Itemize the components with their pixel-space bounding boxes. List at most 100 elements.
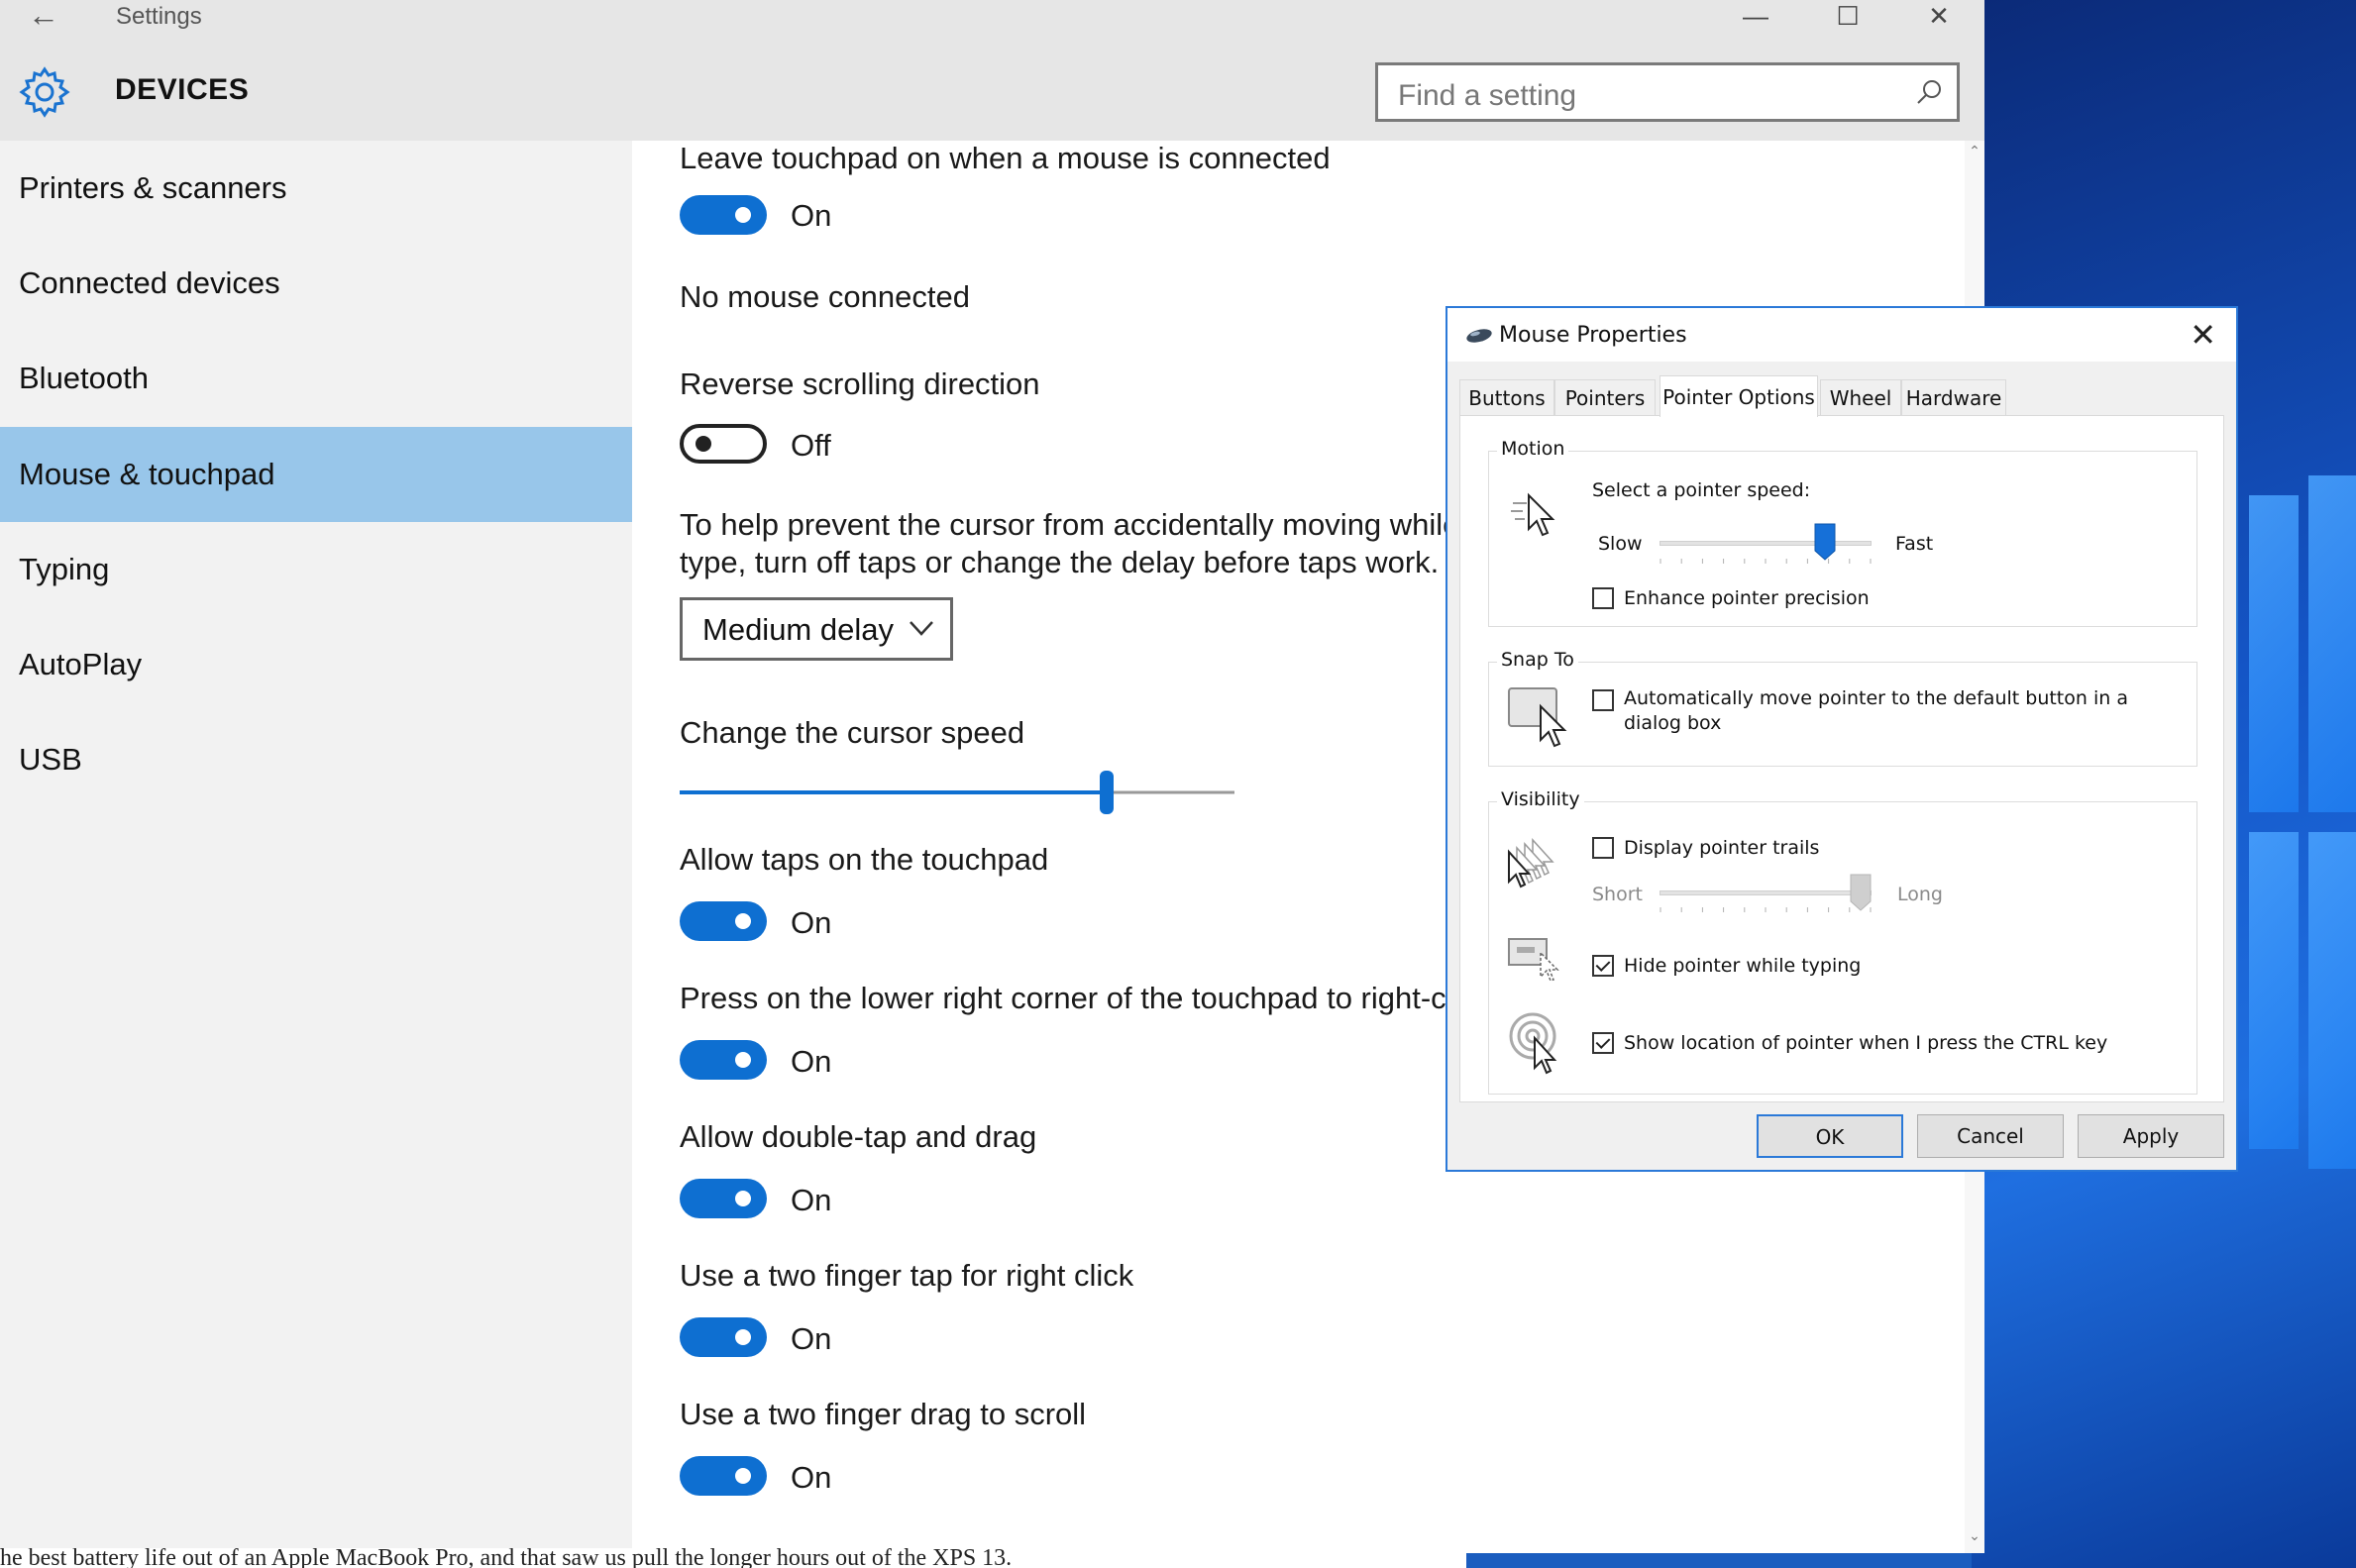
two-finger-drag-label: Use a two finger drag to scroll: [680, 1397, 1087, 1431]
background-article-text: he best battery life out of an Apple Mac…: [0, 1548, 1466, 1568]
leave-touchpad-toggle[interactable]: [680, 195, 767, 235]
two-finger-tap-toggle[interactable]: [680, 1317, 767, 1357]
two-finger-drag-toggle[interactable]: [680, 1456, 767, 1496]
sidebar-item-printers[interactable]: Printers & scanners: [0, 141, 632, 236]
gear-icon: [19, 66, 70, 118]
sidebar-item-autoplay[interactable]: AutoPlay: [0, 617, 632, 712]
scroll-up-icon[interactable]: ⌃: [1967, 143, 1982, 159]
double-tap-toggle[interactable]: [680, 1179, 767, 1218]
leave-touchpad-label: Leave touchpad on when a mouse is connec…: [680, 141, 1331, 175]
press-corner-label: Press on the lower right corner of the t…: [680, 981, 1460, 1015]
sidebar-item-mouse-touchpad[interactable]: Mouse & touchpad: [0, 427, 632, 522]
tab-hardware[interactable]: Hardware: [1901, 379, 2006, 415]
pointer-speed-label: Select a pointer speed:: [1592, 479, 1811, 501]
tab-buttons[interactable]: Buttons: [1459, 379, 1554, 415]
pointer-speed-thumb[interactable]: [1814, 523, 1836, 561]
sidebar-item-bluetooth[interactable]: Bluetooth: [0, 331, 632, 426]
press-corner-toggle[interactable]: [680, 1040, 767, 1080]
reverse-scroll-toggle[interactable]: [680, 424, 767, 464]
close-icon[interactable]: ✕: [1904, 0, 1974, 34]
close-icon[interactable]: ✕: [2190, 316, 2216, 354]
tab-pointer-options[interactable]: Pointer Options: [1660, 375, 1818, 417]
snap-to-group-label: Snap To: [1497, 649, 1578, 671]
pointer-speed-icon: [1511, 492, 1555, 537]
motion-group-label: Motion: [1497, 438, 1569, 460]
ctrl-location-label: Show location of pointer when I press th…: [1624, 1032, 2108, 1054]
help-text-line1: To help prevent the cursor from accident…: [680, 507, 1460, 542]
ok-button[interactable]: OK: [1757, 1114, 1903, 1158]
help-text-line2: type, turn off taps or change the delay …: [680, 545, 1440, 579]
hide-pointer-icon: [1508, 938, 1559, 982]
trails-length-track[interactable]: [1660, 890, 1872, 895]
snap-to-label-line2: dialog box: [1624, 712, 1722, 734]
trails-length-thumb[interactable]: [1850, 874, 1872, 911]
fast-label: Fast: [1895, 533, 1934, 555]
windows-logo-pane: [2308, 475, 2356, 812]
windows-logo-pane: [2249, 495, 2299, 812]
hide-pointer-checkbox[interactable]: [1592, 955, 1614, 977]
tab-pointers[interactable]: Pointers: [1554, 379, 1656, 415]
search-box[interactable]: Find a setting: [1375, 62, 1960, 122]
reverse-scroll-label: Reverse scrolling direction: [680, 366, 1040, 401]
apply-button[interactable]: Apply: [2078, 1114, 2224, 1158]
no-mouse-text: No mouse connected: [680, 279, 970, 314]
tab-wheel-label[interactable]: Wheel: [1820, 379, 1901, 415]
allow-taps-toggle[interactable]: [680, 901, 767, 941]
toggle-state-label: On: [791, 905, 832, 940]
pointer-speed-ticks: [1660, 559, 1872, 564]
pointer-trails-checkbox[interactable]: [1592, 837, 1614, 859]
visibility-group-label: Visibility: [1497, 788, 1584, 810]
search-input[interactable]: Find a setting: [1398, 79, 1576, 113]
toggle-state-label: On: [791, 1044, 832, 1079]
snap-to-checkbox[interactable]: [1592, 689, 1614, 711]
minimize-icon[interactable]: —: [1721, 0, 1790, 34]
page-title: DEVICES: [115, 73, 250, 106]
toggle-state-label: On: [791, 1183, 832, 1217]
windows-logo-pane: [2308, 832, 2356, 1169]
cursor-speed-thumb[interactable]: [1100, 771, 1114, 814]
sidebar-item-usb[interactable]: USB: [0, 712, 632, 807]
hide-pointer-label: Hide pointer while typing: [1624, 955, 1862, 977]
toggle-state-label: On: [791, 1321, 832, 1356]
toggle-state-label: Off: [791, 428, 831, 463]
snap-to-icon: [1508, 687, 1567, 748]
snap-to-label-line1: Automatically move pointer to the defaul…: [1624, 687, 2128, 709]
toggle-state-label: On: [791, 198, 832, 233]
maximize-icon[interactable]: ☐: [1813, 0, 1882, 34]
window-title: Settings: [116, 3, 202, 30]
back-arrow-icon[interactable]: ←: [28, 0, 59, 31]
snap-to-group: Snap To Automatically move pointer to th…: [1488, 649, 2197, 767]
tap-delay-dropdown[interactable]: Medium delay: [680, 597, 953, 661]
sidebar-item-connected-devices[interactable]: Connected devices: [0, 236, 632, 331]
chevron-down-icon: [910, 621, 933, 636]
long-label: Long: [1897, 884, 1943, 905]
dialog-title-bar: Mouse Properties ✕: [1447, 308, 2236, 362]
enhance-precision-checkbox[interactable]: [1592, 587, 1614, 609]
sidebar: Printers & scanners Connected devices Bl…: [0, 141, 632, 1553]
enhance-precision-label: Enhance pointer precision: [1624, 587, 1870, 609]
search-icon[interactable]: [1915, 78, 1943, 106]
mouse-properties-dialog: Mouse Properties ✕ Buttons Pointers Moti…: [1446, 306, 2238, 1172]
cancel-button[interactable]: Cancel: [1917, 1114, 2064, 1158]
ctrl-location-checkbox[interactable]: [1592, 1032, 1614, 1054]
scroll-down-icon[interactable]: ⌄: [1967, 1527, 1982, 1544]
allow-taps-label: Allow taps on the touchpad: [680, 842, 1049, 877]
motion-group: Motion Select a pointer speed: Slow Fast…: [1488, 438, 2197, 627]
windows-logo-pane: [2249, 832, 2299, 1149]
slow-label: Slow: [1598, 533, 1643, 555]
sidebar-item-typing[interactable]: Typing: [0, 522, 632, 617]
cursor-speed-slider[interactable]: [680, 763, 1234, 822]
ctrl-location-icon: [1509, 1012, 1557, 1075]
pointer-speed-track[interactable]: [1660, 541, 1872, 546]
toggle-state-label: On: [791, 1460, 832, 1495]
cursor-speed-label: Change the cursor speed: [680, 715, 1025, 750]
tap-delay-value: Medium delay: [702, 612, 894, 647]
title-bar: ← Settings — ☐ ✕ DEVICES Find a setting: [0, 0, 1984, 141]
mouse-icon: [1466, 329, 1492, 343]
trails-length-ticks: [1660, 907, 1872, 912]
dialog-title: Mouse Properties: [1499, 323, 1687, 348]
short-label: Short: [1592, 884, 1643, 905]
two-finger-tap-label: Use a two finger tap for right click: [680, 1258, 1134, 1293]
double-tap-label: Allow double-tap and drag: [680, 1119, 1037, 1154]
pointer-trails-icon: [1508, 838, 1554, 889]
